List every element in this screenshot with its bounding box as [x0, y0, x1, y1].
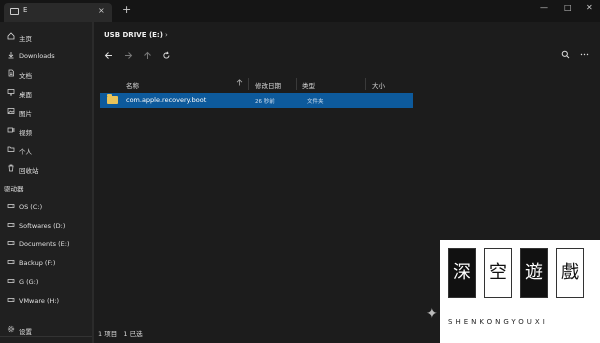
sidebar-item-label: 回收站 [19, 167, 39, 175]
column-header-type[interactable]: 类型 [302, 80, 315, 90]
sidebar-item-label: 设置 [19, 328, 32, 336]
sidebar-item-label: 主页 [19, 35, 32, 43]
file-type: 文件夹 [307, 99, 324, 105]
drive-icon [7, 279, 15, 283]
sidebar-item-documents[interactable]: 文档 [0, 66, 92, 82]
close-window-button[interactable]: ✕ [586, 3, 593, 12]
home-icon [7, 32, 15, 40]
sidebar-item-drive-h[interactable]: VMware (H:) [0, 293, 92, 309]
column-divider[interactable] [248, 78, 249, 90]
sidebar-item-personal[interactable]: 个人 [0, 142, 92, 158]
trash-icon [8, 164, 14, 172]
sidebar-item-drive-c[interactable]: OS (C:) [0, 199, 92, 215]
sidebar-item-desktop[interactable]: 桌面 [0, 85, 92, 101]
sidebar-item-label: VMware (H:) [19, 297, 60, 305]
column-divider[interactable] [365, 78, 366, 90]
document-icon [8, 69, 14, 77]
drive-icon [7, 298, 15, 302]
file-name: com.apple.recovery.boot [126, 96, 207, 104]
watermark-char: 空 [484, 248, 512, 298]
sidebar-item-label: Documents (E:) [19, 240, 70, 248]
back-arrow-icon[interactable] [104, 51, 113, 60]
drive-icon [7, 260, 15, 264]
sidebar-item-drive-e[interactable]: Documents (E:) [0, 236, 92, 252]
sidebar-item-settings[interactable]: 设置 [0, 322, 92, 338]
drive-icon [7, 241, 15, 245]
forward-arrow-icon[interactable] [124, 51, 133, 60]
more-options-icon[interactable] [580, 50, 589, 59]
tab-close-button[interactable]: × [98, 6, 105, 15]
drives-section-header[interactable]: 驱动器 [4, 183, 24, 193]
breadcrumb-chevron-icon[interactable]: › [165, 31, 168, 39]
new-tab-button[interactable]: + [122, 3, 131, 16]
leaf-icon: ✦ [426, 306, 438, 322]
sidebar: 主页 Downloads 文档 桌面 图片 视频 个人 回收站 驱动器 OS (… [0, 22, 92, 343]
watermark-char: 戲 [556, 248, 584, 298]
gear-icon [7, 325, 15, 333]
column-header-size[interactable]: 大小 [372, 80, 385, 90]
table-row-selected[interactable]: com.apple.recovery.boot 26 秒前 文件夹 [100, 93, 413, 108]
sidebar-item-drive-g[interactable]: G (G:) [0, 274, 92, 290]
sidebar-item-drive-f[interactable]: Backup (F:) [0, 255, 92, 271]
sidebar-item-label: OS (C:) [19, 203, 43, 211]
sidebar-item-label: G (G:) [19, 278, 39, 286]
sidebar-item-drive-d[interactable]: Softwares (D:) [0, 218, 92, 234]
watermark-char: 遊 [520, 248, 548, 298]
sidebar-item-label: 图片 [19, 110, 32, 118]
folder-icon [107, 94, 118, 104]
column-header-name[interactable]: 名称 [126, 80, 139, 90]
refresh-icon[interactable] [162, 51, 171, 60]
status-selected-count: 1 已选 [123, 330, 143, 338]
sidebar-item-label: Backup (F:) [19, 259, 56, 267]
search-icon[interactable] [561, 50, 570, 59]
maximize-button[interactable]: □ [564, 3, 572, 12]
status-item-count: 1 项目 [98, 330, 118, 338]
sidebar-item-label: 桌面 [19, 91, 32, 99]
image-icon [7, 108, 15, 114]
column-header-modified[interactable]: 修改日期 [255, 80, 281, 90]
sidebar-item-home[interactable]: 主页 [0, 29, 92, 45]
watermark-logo: ✦ 深 空 遊 戲 SHENKONGYOUXI [426, 240, 600, 343]
column-divider[interactable] [296, 78, 297, 90]
video-icon [7, 127, 15, 133]
sidebar-item-pictures[interactable]: 图片 [0, 104, 92, 120]
sort-ascending-icon[interactable] [236, 79, 243, 86]
breadcrumb-location[interactable]: USB DRIVE (E:) [104, 31, 163, 39]
file-modified: 26 秒前 [255, 99, 275, 105]
sidebar-scrollbar[interactable] [92, 22, 94, 343]
drive-icon [10, 8, 19, 15]
drive-icon [7, 223, 15, 227]
tab-usb-drive[interactable]: E × [4, 3, 112, 22]
sidebar-item-label: Downloads [19, 52, 55, 60]
drive-icon [7, 204, 15, 208]
watermark-subtitle: SHENKONGYOUXI [448, 318, 548, 326]
sidebar-item-label: 个人 [19, 148, 32, 156]
sidebar-item-label: 视频 [19, 129, 32, 137]
watermark-char: 深 [448, 248, 476, 298]
sidebar-item-label: Softwares (D:) [19, 222, 66, 230]
desktop-icon [7, 89, 15, 96]
sidebar-item-videos[interactable]: 视频 [0, 123, 92, 139]
title-bar: E × + — □ ✕ [0, 0, 600, 22]
status-bar: 1 项目 1 已选 [98, 328, 143, 338]
sidebar-item-label: 文档 [19, 72, 32, 80]
sidebar-item-downloads[interactable]: Downloads [0, 48, 92, 64]
minimize-button[interactable]: — [540, 3, 548, 12]
up-arrow-icon[interactable] [143, 51, 152, 60]
folder-icon [7, 146, 15, 152]
tab-label: E [23, 6, 28, 14]
download-icon [8, 52, 14, 59]
sidebar-item-recycle-bin[interactable]: 回收站 [0, 161, 92, 177]
